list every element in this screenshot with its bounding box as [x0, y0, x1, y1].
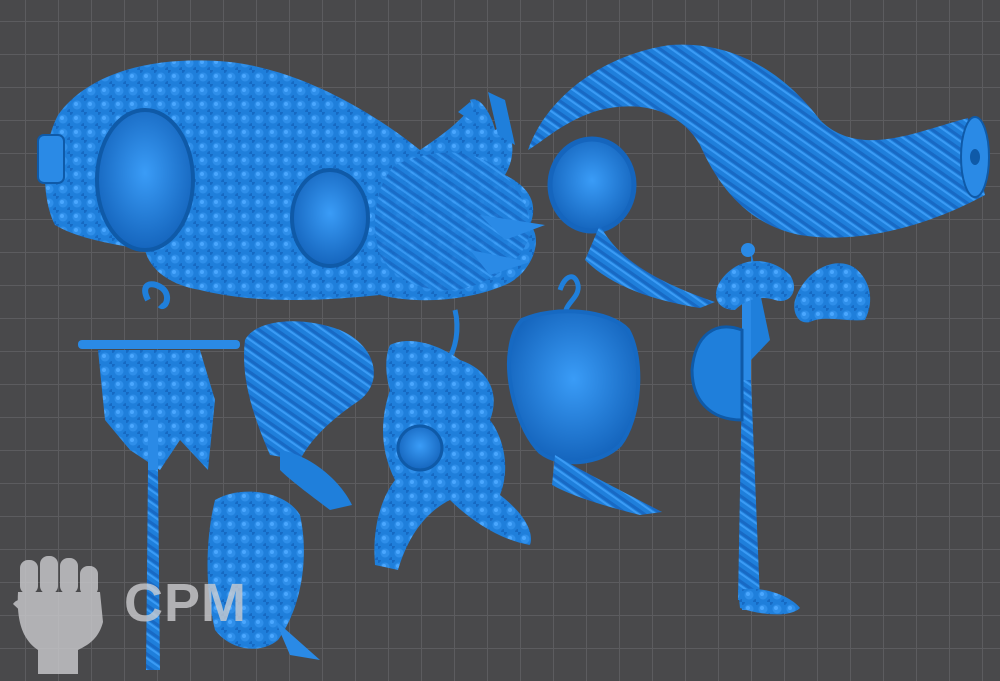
- serpent-body-head-part[interactable]: [37, 60, 545, 301]
- cpm-watermark: CPM: [8, 552, 308, 677]
- watermark-text: CPM: [124, 573, 247, 633]
- rider-figure-part[interactable]: [374, 309, 531, 570]
- rider-cloak-part[interactable]: [507, 274, 662, 515]
- fin-ornament-part[interactable]: [715, 261, 871, 323]
- raised-fist-icon: [13, 556, 103, 674]
- 3d-viewport[interactable]: CPM: [0, 0, 1000, 681]
